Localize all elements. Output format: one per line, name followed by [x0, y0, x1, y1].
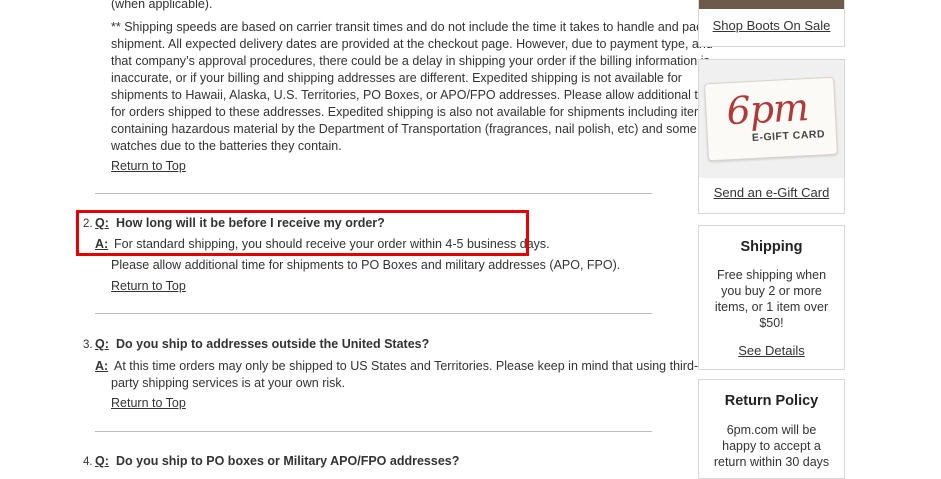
return-policy-card: Return Policy 6pm.com will be happy to a…	[698, 379, 845, 479]
shipping-title: Shipping	[740, 239, 803, 255]
faq-item-number: 4.	[83, 456, 93, 468]
shipping-info-card: Shipping Free shipping when you buy 2 or…	[698, 225, 845, 370]
shop-boots-link[interactable]: Shop Boots On Sale	[699, 18, 844, 33]
shipping-note-line: watches due to the batteries they contai…	[111, 139, 342, 153]
highlight-box	[76, 210, 529, 256]
shipping-line: Free shipping when	[716, 268, 827, 282]
faq-content: (when applicable). ** Shipping speeds ar…	[0, 0, 719, 470]
shipping-note-line: containing hazardous material by the Dep…	[111, 122, 697, 136]
shipping-note-line: that company’s approval procedures, ther…	[111, 54, 710, 68]
answer-marker: A:	[95, 359, 109, 373]
shipping-description: Free shipping when you buy 2 or more ite…	[699, 267, 844, 331]
return-to-top-link[interactable]: Return to Top	[111, 158, 186, 175]
faq-item-number: 3.	[83, 339, 93, 351]
boots-promo-card[interactable]: Shop Boots On Sale	[698, 0, 845, 47]
faq-answer-line: At this time orders may only be shipped …	[114, 359, 699, 373]
return-policy-line: happy to accept a	[722, 439, 821, 453]
shipping-note-line: ** Shipping speeds are based on carrier …	[111, 20, 720, 34]
shipping-note-line: shipments to Hawaii, Alaska, U.S. Territ…	[111, 88, 718, 102]
gift-card-image[interactable]: 6pm E-GIFT CARD	[699, 60, 844, 178]
gift-card-label: E-GIFT CARD	[751, 128, 826, 145]
return-to-top-link[interactable]: Return to Top	[111, 395, 186, 412]
question-marker: Q:	[95, 337, 109, 351]
return-policy-line: 6pm.com will be	[726, 423, 817, 437]
gift-card-logo: 6pm	[725, 85, 810, 134]
shipping-note-line: inaccurate, or if your billing and shipp…	[111, 71, 682, 85]
return-to-top-link[interactable]: Return to Top	[111, 278, 186, 295]
divider	[95, 193, 652, 194]
send-gift-card-link[interactable]: Send an e-Gift Card	[699, 185, 844, 200]
shipping-line: you buy 2 or more	[721, 284, 822, 298]
faq-question: Do you ship to addresses outside the Uni…	[116, 337, 430, 351]
gift-card-graphic: 6pm E-GIFT CARD	[704, 76, 838, 162]
intro-tail-text: (when applicable).	[111, 0, 213, 11]
faq-answer-line: party shipping services is at your own r…	[111, 376, 346, 390]
return-policy-line: return within 30 days	[713, 455, 830, 469]
shipping-line: $50!	[759, 316, 784, 330]
shipping-note-line: shipment. All expected delivery dates ar…	[111, 37, 713, 51]
shipping-line: items, or 1 item over	[714, 300, 829, 314]
shipping-note-line: for orders shipped to these addresses. E…	[111, 105, 711, 119]
faq-answer-line: Please allow additional time for shipmen…	[111, 258, 621, 272]
divider	[95, 431, 652, 432]
return-policy-description: 6pm.com will be happy to accept a return…	[699, 422, 844, 470]
see-details-link[interactable]: See Details	[699, 343, 844, 358]
faq-question: Do you ship to PO boxes or Military APO/…	[116, 454, 460, 468]
question-marker: Q:	[95, 454, 109, 468]
return-policy-title: Return Policy	[724, 393, 819, 409]
divider	[95, 313, 652, 314]
gift-card-promo[interactable]: 6pm E-GIFT CARD Send an e-Gift Card	[698, 59, 845, 214]
boots-promo-image	[699, 0, 844, 9]
